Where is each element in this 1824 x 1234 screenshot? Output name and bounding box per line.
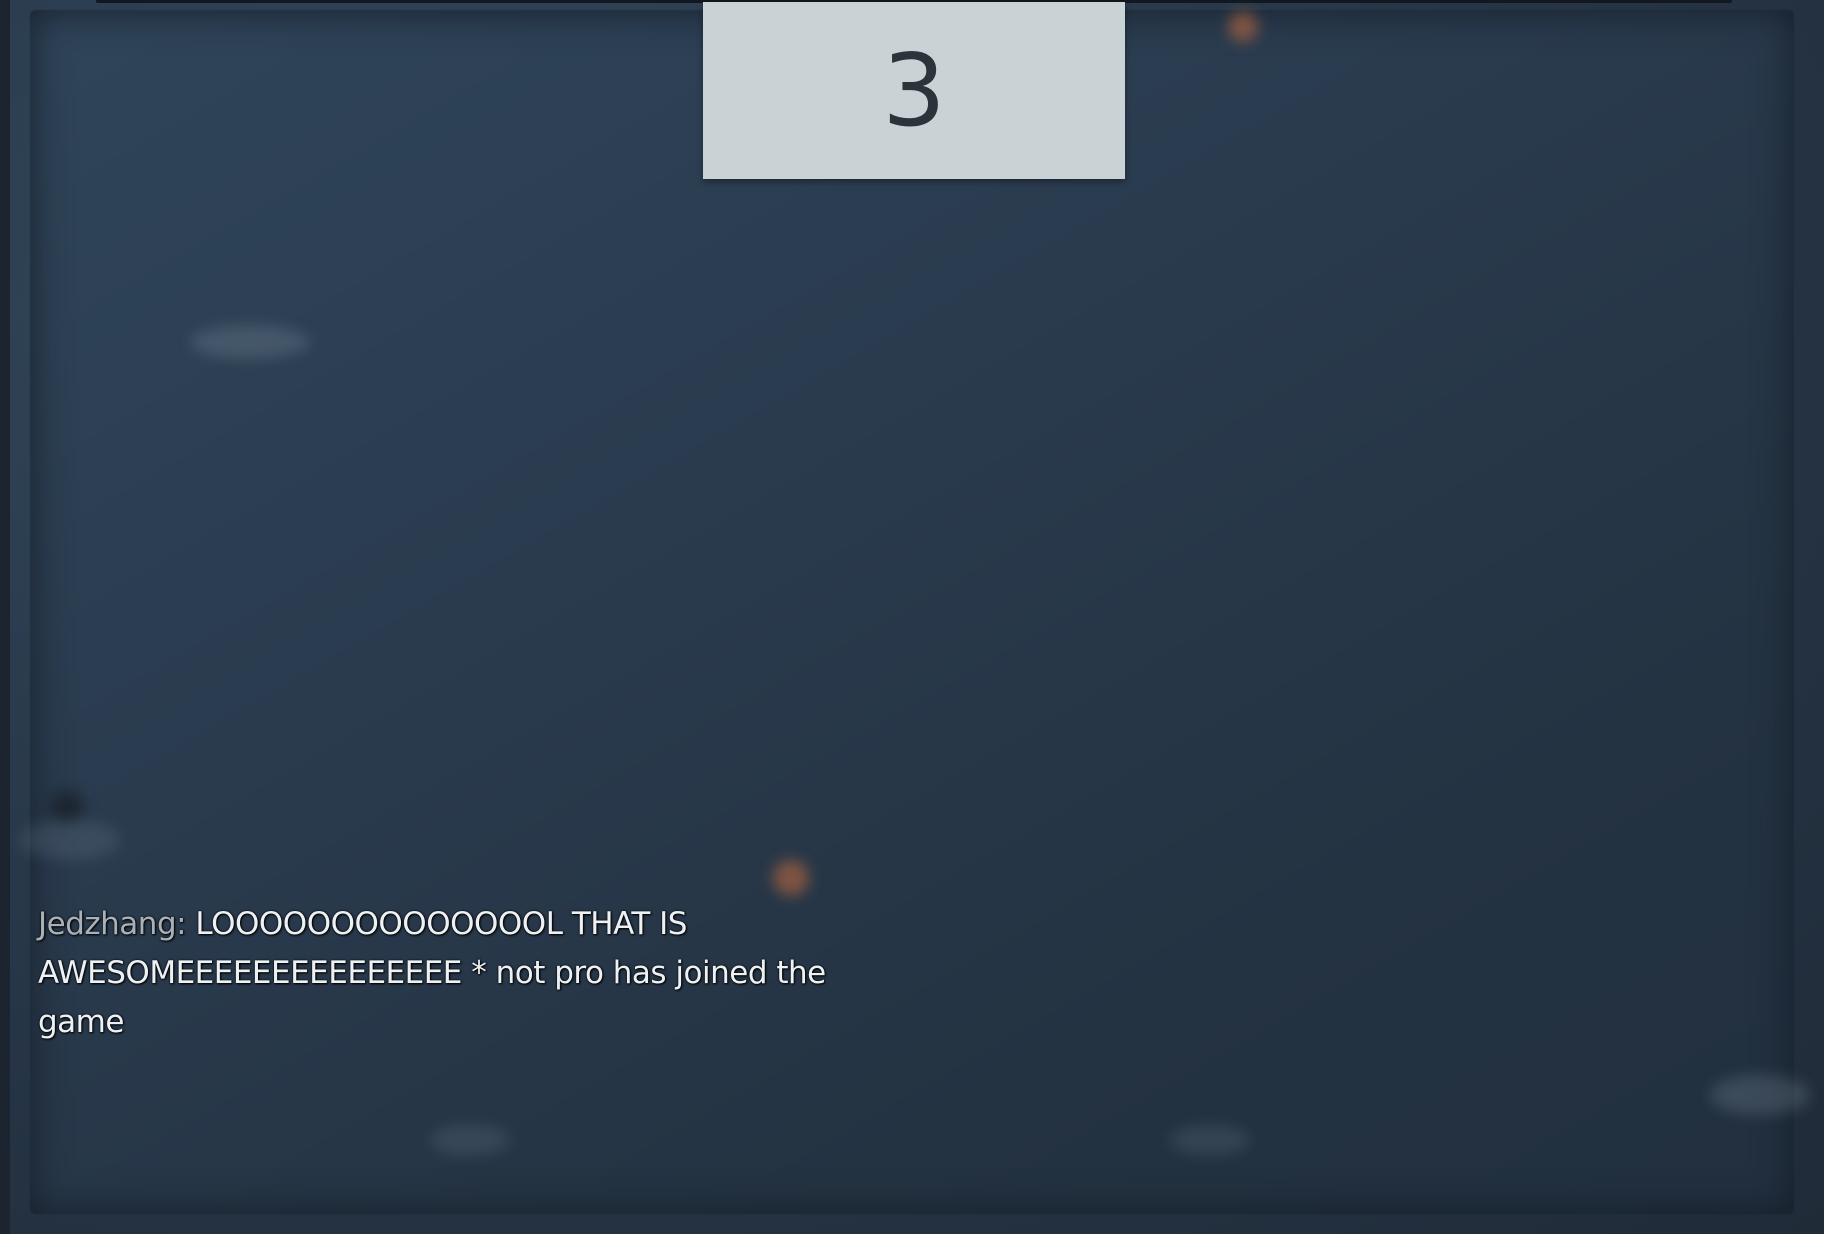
background-shape <box>190 325 310 359</box>
player-blob <box>1228 12 1258 42</box>
background-shape <box>1170 1125 1250 1155</box>
game-stage[interactable]: 3 Jedzhang: LOOOOOOOOOOOOOOL THAT IS AWE… <box>0 0 1824 1234</box>
player-blob <box>773 860 809 896</box>
background-shape <box>430 1125 510 1155</box>
left-edge <box>0 0 10 1234</box>
chat-sender: Jedzhang: <box>38 906 187 942</box>
chat-log: Jedzhang: LOOOOOOOOOOOOOOL THAT IS AWESO… <box>38 900 838 1047</box>
player-blob <box>50 790 84 824</box>
background-shape <box>20 820 120 860</box>
background-shape <box>1710 1075 1810 1115</box>
countdown-panel: 3 <box>703 2 1125 179</box>
countdown-number: 3 <box>882 31 946 149</box>
